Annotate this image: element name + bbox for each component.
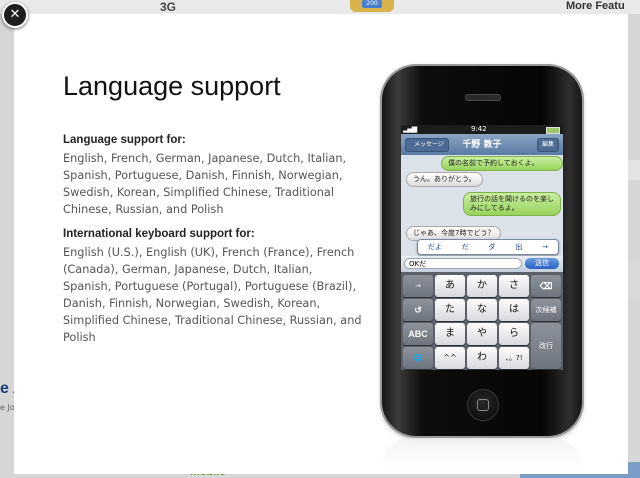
keyboard-support-list: English (U.S.), English (UK), French (Fr… [63,246,362,344]
edit-button[interactable]: 編集 [537,138,559,152]
keyboard-support-heading: International keyboard support for: [63,228,255,240]
phone-screen: ▂▄▆ 9:42 メッセージ 千野 敦子 編集 僕の名前で予約しておくよ。 うん… [401,125,563,370]
key-ta[interactable]: た [435,299,465,321]
battery-icon [546,127,560,134]
key-ka[interactable]: か [467,275,497,297]
language-support-heading: Language support for: [63,134,186,146]
background-top-strip [0,0,640,14]
candidate-item[interactable]: ダ [489,242,496,252]
key-dakuten[interactable]: ^^ [435,347,465,369]
key-wa[interactable]: わ [467,347,497,369]
candidate-item[interactable]: だ [462,242,469,252]
japanese-keyboard: → あ か さ ⌫ ↺ た な は 次候補 ABC ま や ら 改行 🌐 ^^ [401,272,563,370]
key-sa[interactable]: さ [499,275,529,297]
candidate-item[interactable]: 出 [515,242,522,252]
send-button[interactable]: 送信 [525,258,559,269]
phone-reflection [382,438,582,468]
background-heading-more-features: More Featu [566,0,625,12]
language-support-list: English, French, German, Japanese, Dutch… [63,152,347,216]
return-key[interactable]: 改行 [531,323,561,369]
candidate-arrow-icon[interactable]: → [542,243,548,251]
phone-speaker [465,94,501,101]
message-bubble: 旅行の話を聞けるのを楽しみにしてるよ。 [463,192,561,216]
compose-bar: OKだ 送信 [401,256,563,272]
undo-key[interactable]: ↺ [403,299,433,321]
candidate-bar: だよ だ ダ 出 → [417,239,559,255]
status-time: 9:42 [471,125,487,133]
background-fragment-3g: 3G [160,0,177,14]
messages-nav-bar: メッセージ 千野 敦子 編集 [401,134,563,155]
home-button-icon [467,389,499,421]
key-ma[interactable]: ま [435,323,465,345]
close-icon: ✕ [9,7,21,22]
background-badge: 200 [350,0,394,12]
abc-key[interactable]: ABC [403,323,433,345]
close-button[interactable]: ✕ [2,2,28,28]
feature-overlay-panel: Language support Language support for: E… [14,14,628,474]
signal-icon: ▂▄▆ [403,125,417,133]
message-bubble: うん。ありがとう。 [406,172,483,187]
key-ra[interactable]: ら [499,323,529,345]
background-left-fragment-small: e Jo [0,403,15,412]
globe-key-icon[interactable]: 🌐 [403,347,433,369]
iphone-illustration: ▂▄▆ 9:42 メッセージ 千野 敦子 編集 僕の名前で予約しておくよ。 うん… [382,66,582,436]
next-candidate-key[interactable]: 次候補 [531,299,561,321]
key-na[interactable]: な [467,299,497,321]
candidate-item[interactable]: だよ [428,242,442,252]
key-ha[interactable]: は [499,299,529,321]
key-ya[interactable]: や [467,323,497,345]
key-punctuation[interactable]: 、。?! [499,347,529,369]
message-input[interactable]: OKだ [404,258,522,269]
arrow-key[interactable]: → [403,275,433,297]
message-bubble: 僕の名前で予約しておくよ。 [441,156,563,171]
badge-number: 200 [362,0,382,8]
page-title: Language support [63,71,281,101]
key-a[interactable]: あ [435,275,465,297]
delete-key[interactable]: ⌫ [531,275,561,297]
status-bar: ▂▄▆ 9:42 [401,125,563,134]
